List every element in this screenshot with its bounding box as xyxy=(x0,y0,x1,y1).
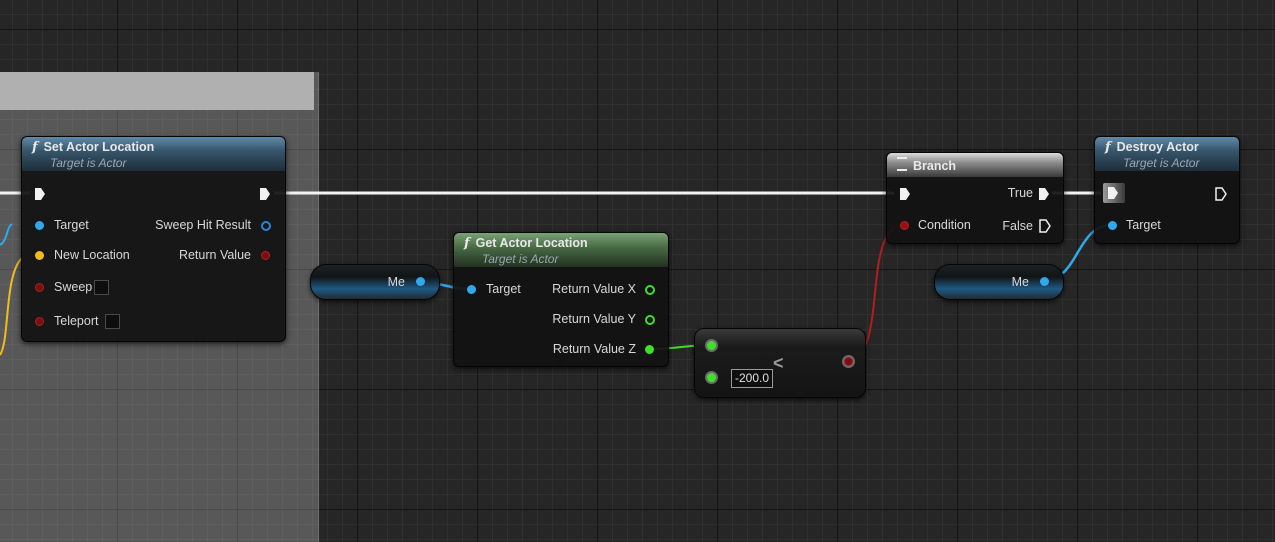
target-pin-label: Target xyxy=(486,282,521,296)
get-actor-location-node[interactable]: f Get Actor Location Target is Actor Targ… xyxy=(453,232,669,367)
function-icon: f xyxy=(464,236,470,251)
self-reference-node-1[interactable]: Me xyxy=(310,264,440,300)
compare-output-pin[interactable] xyxy=(844,357,853,366)
exec-out-pin[interactable] xyxy=(260,188,270,200)
node-title: Destroy Actor xyxy=(1116,140,1199,154)
new-location-pin[interactable] xyxy=(35,251,44,260)
exec-in-pin[interactable] xyxy=(900,188,910,200)
self-reference-node-2[interactable]: Me xyxy=(934,264,1064,300)
node-subtitle: Target is Actor xyxy=(482,252,559,266)
target-pin-label: Target xyxy=(54,218,89,232)
branch-icon xyxy=(897,157,907,171)
compare-value-input[interactable]: -200.0 xyxy=(731,369,774,388)
exec-out-pin[interactable] xyxy=(1215,187,1227,201)
new-location-pin-label: New Location xyxy=(54,248,130,262)
get-actor-location-header[interactable]: f Get Actor Location Target is Actor xyxy=(454,233,668,267)
exec-in-pin[interactable] xyxy=(1108,187,1118,199)
set-actor-location-header[interactable]: f Set Actor Location Target is Actor xyxy=(22,137,285,171)
target-pin[interactable] xyxy=(1108,221,1117,230)
sweep-checkbox[interactable] xyxy=(94,280,109,295)
compare-input-b-pin[interactable] xyxy=(707,373,716,382)
compare-input-a-pin[interactable] xyxy=(707,341,716,350)
float-less-than-node[interactable]: -200.0 < xyxy=(694,328,866,398)
exec-in-pin[interactable] xyxy=(35,188,45,200)
exec-in-pin-highlight[interactable] xyxy=(1103,183,1125,203)
node-title: Set Actor Location xyxy=(43,140,155,154)
set-actor-location-node[interactable]: f Set Actor Location Target is Actor Targ… xyxy=(21,136,286,342)
sweep-pin-label: Sweep xyxy=(54,280,93,294)
condition-pin-label: Condition xyxy=(918,218,971,232)
return-y-label: Return Value Y xyxy=(552,312,636,326)
destroy-actor-header[interactable]: f Destroy Actor Target is Actor xyxy=(1095,137,1239,171)
return-value-label: Return Value xyxy=(178,248,251,262)
return-z-label: Return Value Z xyxy=(552,342,636,356)
self-reference-out-pin[interactable] xyxy=(1040,277,1049,286)
sweep-pin[interactable] xyxy=(35,283,44,292)
less-than-operator: < xyxy=(773,353,784,373)
false-pin-label: False xyxy=(1002,219,1033,233)
teleport-pin-label: Teleport xyxy=(54,314,99,328)
true-pin-label: True xyxy=(1007,186,1033,200)
teleport-pin[interactable] xyxy=(35,317,44,326)
function-icon: f xyxy=(1105,140,1111,155)
target-wire-in xyxy=(0,223,13,246)
branch-header[interactable]: Branch xyxy=(887,153,1063,177)
false-exec-pin[interactable] xyxy=(1039,219,1051,233)
condition-pin[interactable] xyxy=(900,221,909,230)
branch-node[interactable]: Branch True Condition False xyxy=(886,152,1064,244)
return-x-pin[interactable] xyxy=(645,285,655,295)
node-subtitle: Target is Actor xyxy=(50,156,127,170)
target-pin[interactable] xyxy=(35,221,44,230)
self-reference-label: Me xyxy=(387,275,405,289)
sweep-hit-result-label: Sweep Hit Result xyxy=(155,218,251,232)
target-pin[interactable] xyxy=(467,285,476,294)
return-x-label: Return Value X xyxy=(552,282,636,296)
return-value-pin[interactable] xyxy=(261,251,270,260)
node-title: Get Actor Location xyxy=(475,236,588,250)
target-pin-label: Target xyxy=(1126,218,1161,232)
self-reference-label: Me xyxy=(1011,275,1029,289)
destroy-actor-node[interactable]: f Destroy Actor Target is Actor Target xyxy=(1094,136,1240,244)
sweep-hit-result-pin[interactable] xyxy=(261,221,271,231)
true-exec-pin[interactable] xyxy=(1039,188,1049,200)
teleport-checkbox[interactable] xyxy=(105,314,120,329)
return-y-pin[interactable] xyxy=(645,315,655,325)
node-title: Branch xyxy=(913,159,957,173)
location-wire-in xyxy=(0,257,23,356)
function-icon: f xyxy=(32,140,38,155)
return-z-pin[interactable] xyxy=(645,345,654,354)
node-subtitle: Target is Actor xyxy=(1123,156,1200,170)
self-reference-out-pin[interactable] xyxy=(416,277,425,286)
